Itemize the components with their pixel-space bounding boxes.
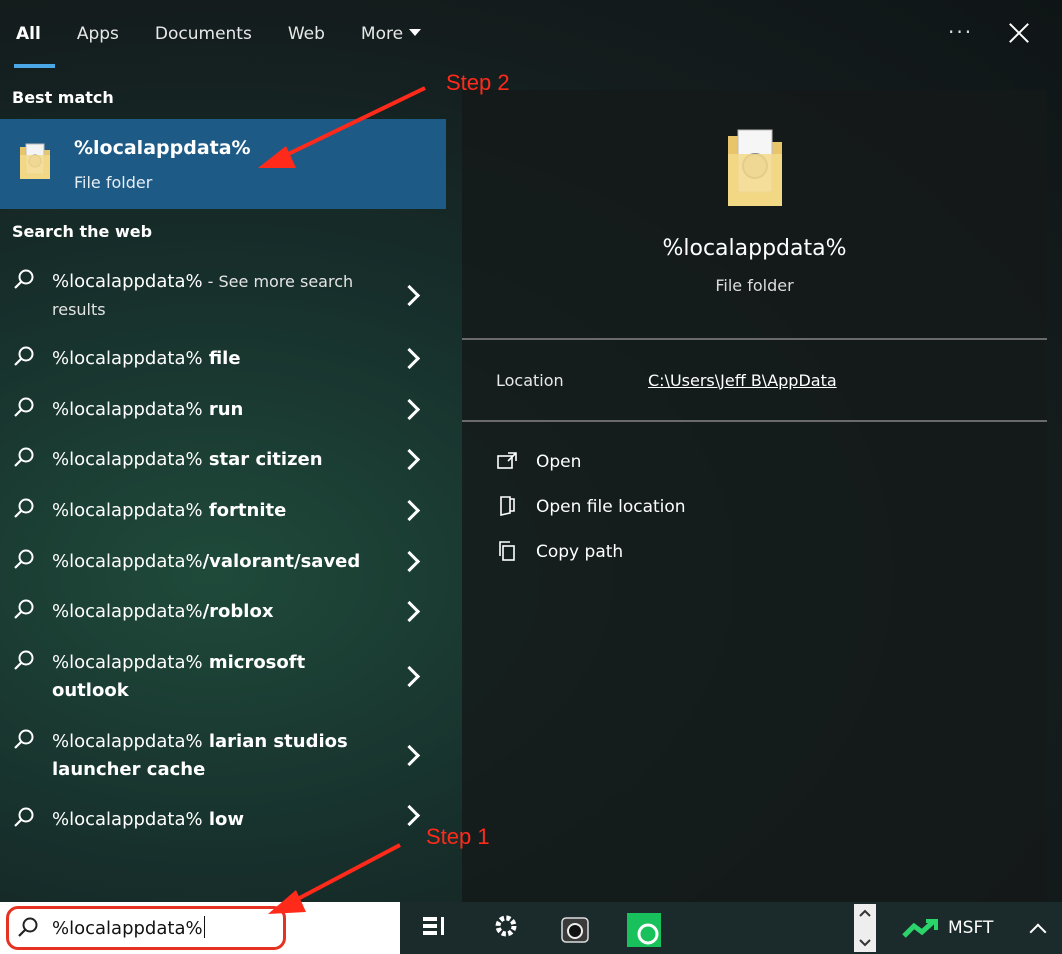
step2-label: Step 2 xyxy=(446,70,510,95)
step2-arrowhead xyxy=(258,146,296,168)
step1-arrowhead xyxy=(268,890,306,914)
step2-arrow xyxy=(279,86,426,160)
step1-arrow xyxy=(291,843,401,904)
step1-label: Step 1 xyxy=(426,824,490,849)
annotation-arrows xyxy=(258,86,426,914)
